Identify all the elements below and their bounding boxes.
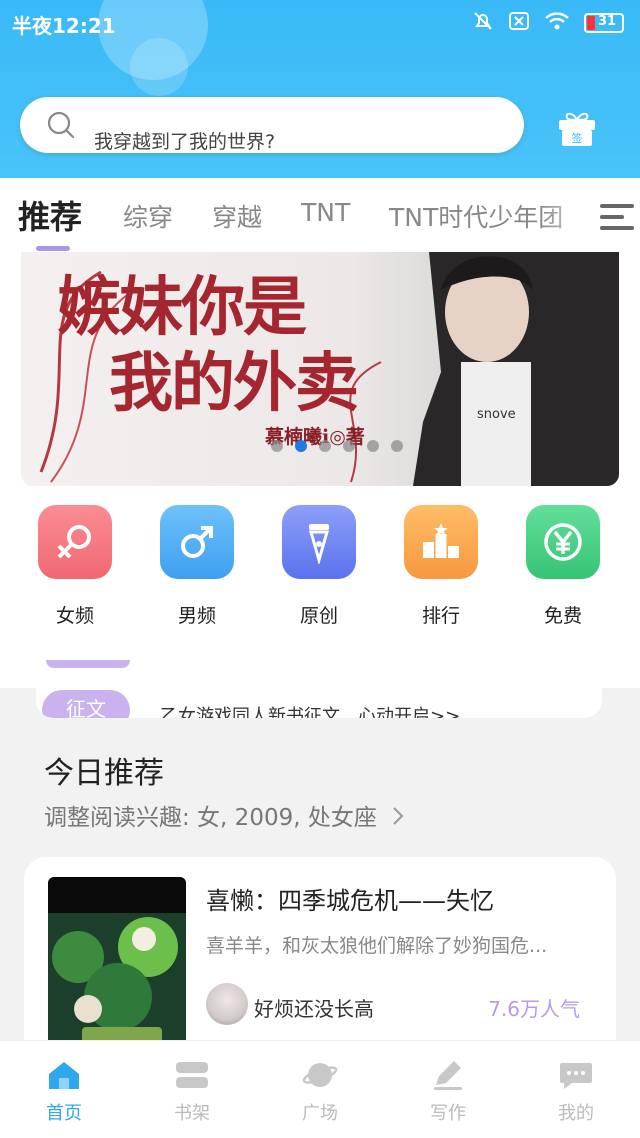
book-description: 喜羊羊，和灰太狼他们解除了妙狗国危... [206,935,548,957]
notice-badge: 征文 [42,690,130,718]
category-free[interactable]: 免费 [503,505,623,628]
carousel-dots [271,440,403,452]
section-title: 今日推荐 [44,756,164,791]
bottom-nav: 首页 书架 广场 写作 我的 [0,1040,640,1138]
tabs-menu-icon[interactable] [600,202,634,236]
decorative-bubble [130,38,188,96]
carousel-dot[interactable] [391,440,403,452]
reading-interest-link[interactable]: 调整阅读兴趣: 女, 2009, 处女座 [44,798,404,832]
chevron-right-icon [392,806,404,832]
category-label: 免费 [543,605,582,627]
nav-write[interactable]: 写作 [398,1059,498,1125]
nav-label: 首页 [46,1103,82,1124]
home-icon [46,1062,82,1095]
tab-tnt-shidai[interactable]: TNT时代少年团 [389,198,563,234]
banner-carousel[interactable]: snove 嫉妹你是 我的外卖 慕楠曦i◎著 [21,252,619,486]
category-female[interactable]: 女频 [15,505,135,628]
header-background: 半夜12:21 31 我穿越到了我的世界? 签 [0,0,640,178]
nav-home[interactable]: 首页 [14,1059,114,1125]
category-original[interactable]: 原创 [259,505,379,628]
category-male[interactable]: 男频 [137,505,257,628]
nav-label: 书架 [174,1103,210,1124]
banner-shirt-text: snove [477,407,516,422]
category-label: 男频 [177,605,216,627]
tab-recommend[interactable]: 推荐 [18,192,82,238]
category-label: 排行 [421,605,460,627]
category-ranking[interactable]: 排行 [381,505,501,628]
nav-label: 我的 [558,1103,594,1124]
chat-icon [558,1063,594,1095]
carousel-dot-active[interactable] [295,440,307,452]
battery-level: 31 [598,14,617,29]
nav-square[interactable]: 广场 [270,1059,370,1125]
notice-text: 乙女游戏同人新书征文，心动开启>> [160,706,461,718]
reading-interest-text: 调整阅读兴趣: 女, 2009, 处女座 [44,805,377,831]
carousel-dot[interactable] [367,440,379,452]
search-icon [46,110,76,144]
notice-badge-previous [46,660,130,668]
status-time: 半夜12:21 [12,14,116,38]
yen-icon [526,505,600,579]
notice-bar[interactable]: 征文 乙女游戏同人新书征文，心动开启>> [36,660,602,718]
book-card[interactable]: 喜懒：四季城危机——失忆 喜羊羊，和灰太狼他们解除了妙狗国危... 好烦还没长高… [24,857,616,1057]
carousel-dot[interactable] [343,440,355,452]
pen-icon [282,505,356,579]
category-label: 原创 [299,605,338,627]
book-author: 好烦还没长高 [254,997,374,1021]
avatar [206,983,248,1025]
search-bar[interactable]: 我穿越到了我的世界? [20,97,524,153]
bookshelf-icon [174,1062,210,1095]
wifi-icon [544,10,570,36]
book-cover [48,877,186,1057]
tab-fade [540,178,600,252]
write-icon [430,1061,466,1095]
nav-label: 广场 [302,1103,338,1124]
status-bar: 半夜12:21 31 [0,0,640,46]
tab-tnt[interactable]: TNT [301,198,350,227]
gift-label: 签 [572,131,583,145]
tab-zongchuan[interactable]: 综穿 [123,198,173,234]
banner-section: snove 嫉妹你是 我的外卖 慕楠曦i◎著 女频 男频 原创 排行 免费 [0,252,640,688]
tab-chuanyue[interactable]: 穿越 [212,198,262,234]
female-icon [38,505,112,579]
popularity-count: 7.6万人气 [488,997,580,1021]
male-icon [160,505,234,579]
banner-title-line2: 我的外卖 [109,346,359,421]
ranking-icon [404,505,478,579]
battery-icon: 31 [584,13,624,33]
planet-icon [302,1063,338,1095]
category-label: 女频 [55,605,94,627]
mute-icon [472,10,494,36]
nav-bookshelf[interactable]: 书架 [142,1059,242,1125]
carousel-dot[interactable] [271,440,283,452]
checkin-gift-button[interactable]: 签 [556,108,598,152]
category-tabs: 推荐 综穿 穿越 TNT TNT时代少年团 [0,178,640,252]
book-title: 喜懒：四季城危机——失忆 [206,887,494,915]
sim-off-icon [508,10,530,36]
nav-mine[interactable]: 我的 [526,1059,626,1125]
nav-label: 写作 [430,1103,466,1124]
active-tab-indicator [36,246,70,251]
carousel-dot[interactable] [319,440,331,452]
search-placeholder: 我穿越到了我的世界? [94,131,276,153]
